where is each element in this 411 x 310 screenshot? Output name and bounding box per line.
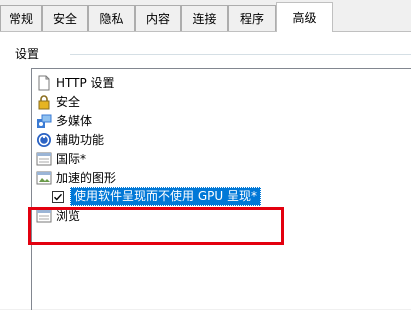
lock-icon <box>36 94 52 110</box>
accessibility-icon <box>36 132 52 148</box>
tree-item-software-rendering[interactable]: 使用软件呈现而不使用 GPU 呈现* <box>52 187 261 206</box>
tab-label: 程序 <box>239 12 264 26</box>
tree-item-label: 使用软件呈现而不使用 GPU 呈现* <box>70 187 261 206</box>
settings-tree[interactable]: HTTP 设置 安全 多媒体 辅助功能 国际* 加速的图形 使用软件呈现而不使用… <box>31 68 411 310</box>
window-icon <box>36 208 52 224</box>
tree-item-international[interactable]: 国际* <box>36 149 86 168</box>
tab-bar: 常规 安全 隐私 内容 连接 程序 高级 <box>0 0 411 32</box>
tab-advanced[interactable]: 高级 <box>276 2 333 32</box>
group-divider <box>70 54 411 55</box>
tab-label: 连接 <box>192 12 217 26</box>
tree-item-label: 国际* <box>56 152 87 166</box>
page-icon <box>36 75 52 91</box>
software-rendering-checkbox[interactable] <box>52 190 64 203</box>
tab-label: 安全 <box>52 12 77 26</box>
tab-content[interactable]: 内容 <box>135 5 181 31</box>
window-icon <box>36 151 52 167</box>
tab-privacy[interactable]: 隐私 <box>88 5 135 31</box>
tree-item-browsing[interactable]: 浏览 <box>36 206 80 225</box>
tree-item-http[interactable]: HTTP 设置 <box>36 73 115 92</box>
tab-label: 常规 <box>8 12 33 26</box>
tree-item-label: 安全 <box>56 95 81 109</box>
tree-item-label: HTTP 设置 <box>56 76 115 90</box>
tab-security[interactable]: 安全 <box>42 5 88 31</box>
tab-programs[interactable]: 程序 <box>228 5 276 31</box>
tree-item-label: 辅助功能 <box>56 133 105 147</box>
tab-connections[interactable]: 连接 <box>181 5 228 31</box>
tree-item-security[interactable]: 安全 <box>36 92 80 111</box>
settings-group-title: 设置 <box>15 45 44 62</box>
tree-item-multimedia[interactable]: 多媒体 <box>36 111 92 130</box>
advanced-panel: 设置 HTTP 设置 安全 多媒体 辅助功能 国际* 加速的图形 使用软件呈现而… <box>0 31 411 310</box>
tab-label: 高级 <box>292 11 317 25</box>
multimedia-icon <box>36 113 52 129</box>
tab-label: 隐私 <box>99 12 124 26</box>
tree-item-label: 多媒体 <box>56 114 93 128</box>
tree-item-label: 加速的图形 <box>56 171 117 185</box>
window-icon <box>36 170 52 186</box>
tab-label: 内容 <box>145 12 170 26</box>
tab-general[interactable]: 常规 <box>0 5 42 31</box>
tree-item-accessibility[interactable]: 辅助功能 <box>36 130 104 149</box>
tree-item-label: 浏览 <box>56 209 81 223</box>
tree-item-accelerated-graphics[interactable]: 加速的图形 <box>36 168 116 187</box>
